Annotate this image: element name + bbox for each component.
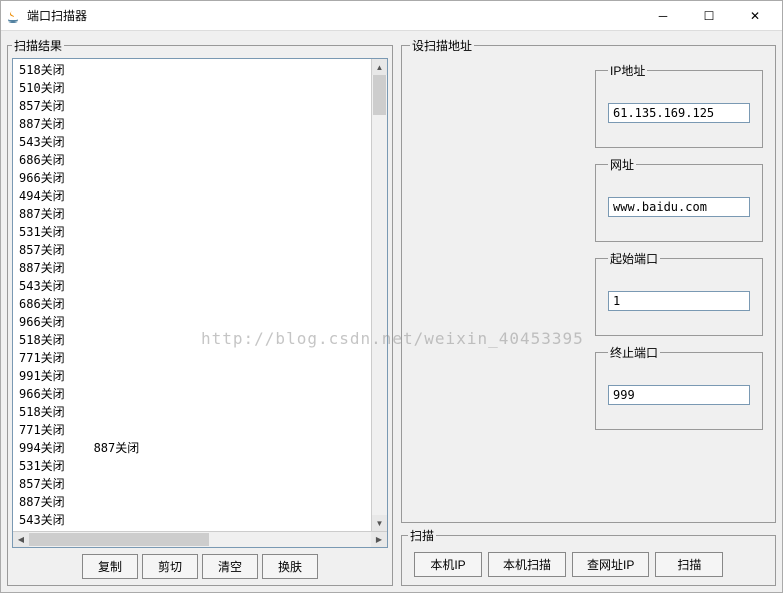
results-text[interactable]: 518关闭 510关闭 857关闭 887关闭 543关闭 686关闭 966关…: [13, 59, 387, 547]
ip-legend: IP地址: [608, 62, 647, 79]
url-group: 网址: [595, 156, 763, 242]
left-panel: 扫描结果 518关闭 510关闭 857关闭 887关闭 543关闭 686关闭…: [5, 35, 395, 588]
start-port-input[interactable]: [608, 291, 750, 311]
ip-input[interactable]: [608, 103, 750, 123]
results-textarea[interactable]: 518关闭 510关闭 857关闭 887关闭 543关闭 686关闭 966关…: [12, 58, 388, 548]
scroll-up-icon[interactable]: ▲: [372, 59, 387, 75]
lookup-url-button[interactable]: 查网址IP: [572, 552, 649, 577]
end-port-legend: 终止端口: [608, 344, 660, 361]
scroll-right-icon[interactable]: ▶: [371, 532, 387, 547]
cut-button[interactable]: 剪切: [142, 554, 198, 579]
titlebar: 端口扫描器 ─ ☐ ✕: [1, 1, 782, 31]
window-title: 端口扫描器: [27, 7, 640, 24]
local-ip-button[interactable]: 本机IP: [414, 552, 482, 577]
java-icon: [5, 8, 21, 24]
start-port-group: 起始端口: [595, 250, 763, 336]
scan-group: 扫描 本机IP 本机扫描 查网址IP 扫描: [401, 527, 776, 586]
minimize-button[interactable]: ─: [640, 1, 686, 31]
scrollbar-vertical[interactable]: ▲ ▼: [371, 59, 387, 531]
settings-legend: 设扫描地址: [410, 37, 474, 54]
local-scan-button[interactable]: 本机扫描: [488, 552, 566, 577]
scroll-thumb-v[interactable]: [373, 75, 386, 115]
window-controls: ─ ☐ ✕: [640, 1, 778, 31]
scroll-down-icon[interactable]: ▼: [372, 515, 387, 531]
close-button[interactable]: ✕: [732, 1, 778, 31]
clear-button[interactable]: 清空: [202, 554, 258, 579]
scroll-left-icon[interactable]: ◀: [13, 532, 29, 547]
end-port-group: 终止端口: [595, 344, 763, 430]
scan-button[interactable]: 扫描: [655, 552, 723, 577]
copy-button[interactable]: 复制: [82, 554, 138, 579]
results-legend: 扫描结果: [12, 37, 64, 54]
results-buttons: 复制 剪切 清空 换肤: [12, 548, 388, 581]
right-panel: 设扫描地址 IP地址 网址 起始端口 终止端口: [399, 35, 778, 588]
maximize-button[interactable]: ☐: [686, 1, 732, 31]
scrollbar-horizontal[interactable]: ◀ ▶: [13, 531, 387, 547]
scroll-thumb-h[interactable]: [29, 533, 209, 546]
main-window: 端口扫描器 ─ ☐ ✕ http://blog.csdn.net/weixin_…: [0, 0, 783, 593]
end-port-input[interactable]: [608, 385, 750, 405]
content-area: http://blog.csdn.net/weixin_40453395 扫描结…: [1, 31, 782, 592]
url-legend: 网址: [608, 156, 636, 173]
ip-group: IP地址: [595, 62, 763, 148]
scan-buttons: 本机IP 本机扫描 查网址IP 扫描: [408, 550, 769, 579]
scan-legend: 扫描: [408, 527, 436, 544]
start-port-legend: 起始端口: [608, 250, 660, 267]
skin-button[interactable]: 换肤: [262, 554, 318, 579]
settings-group: 设扫描地址 IP地址 网址 起始端口 终止端口: [401, 37, 776, 523]
results-group: 扫描结果 518关闭 510关闭 857关闭 887关闭 543关闭 686关闭…: [7, 37, 393, 586]
url-input[interactable]: [608, 197, 750, 217]
